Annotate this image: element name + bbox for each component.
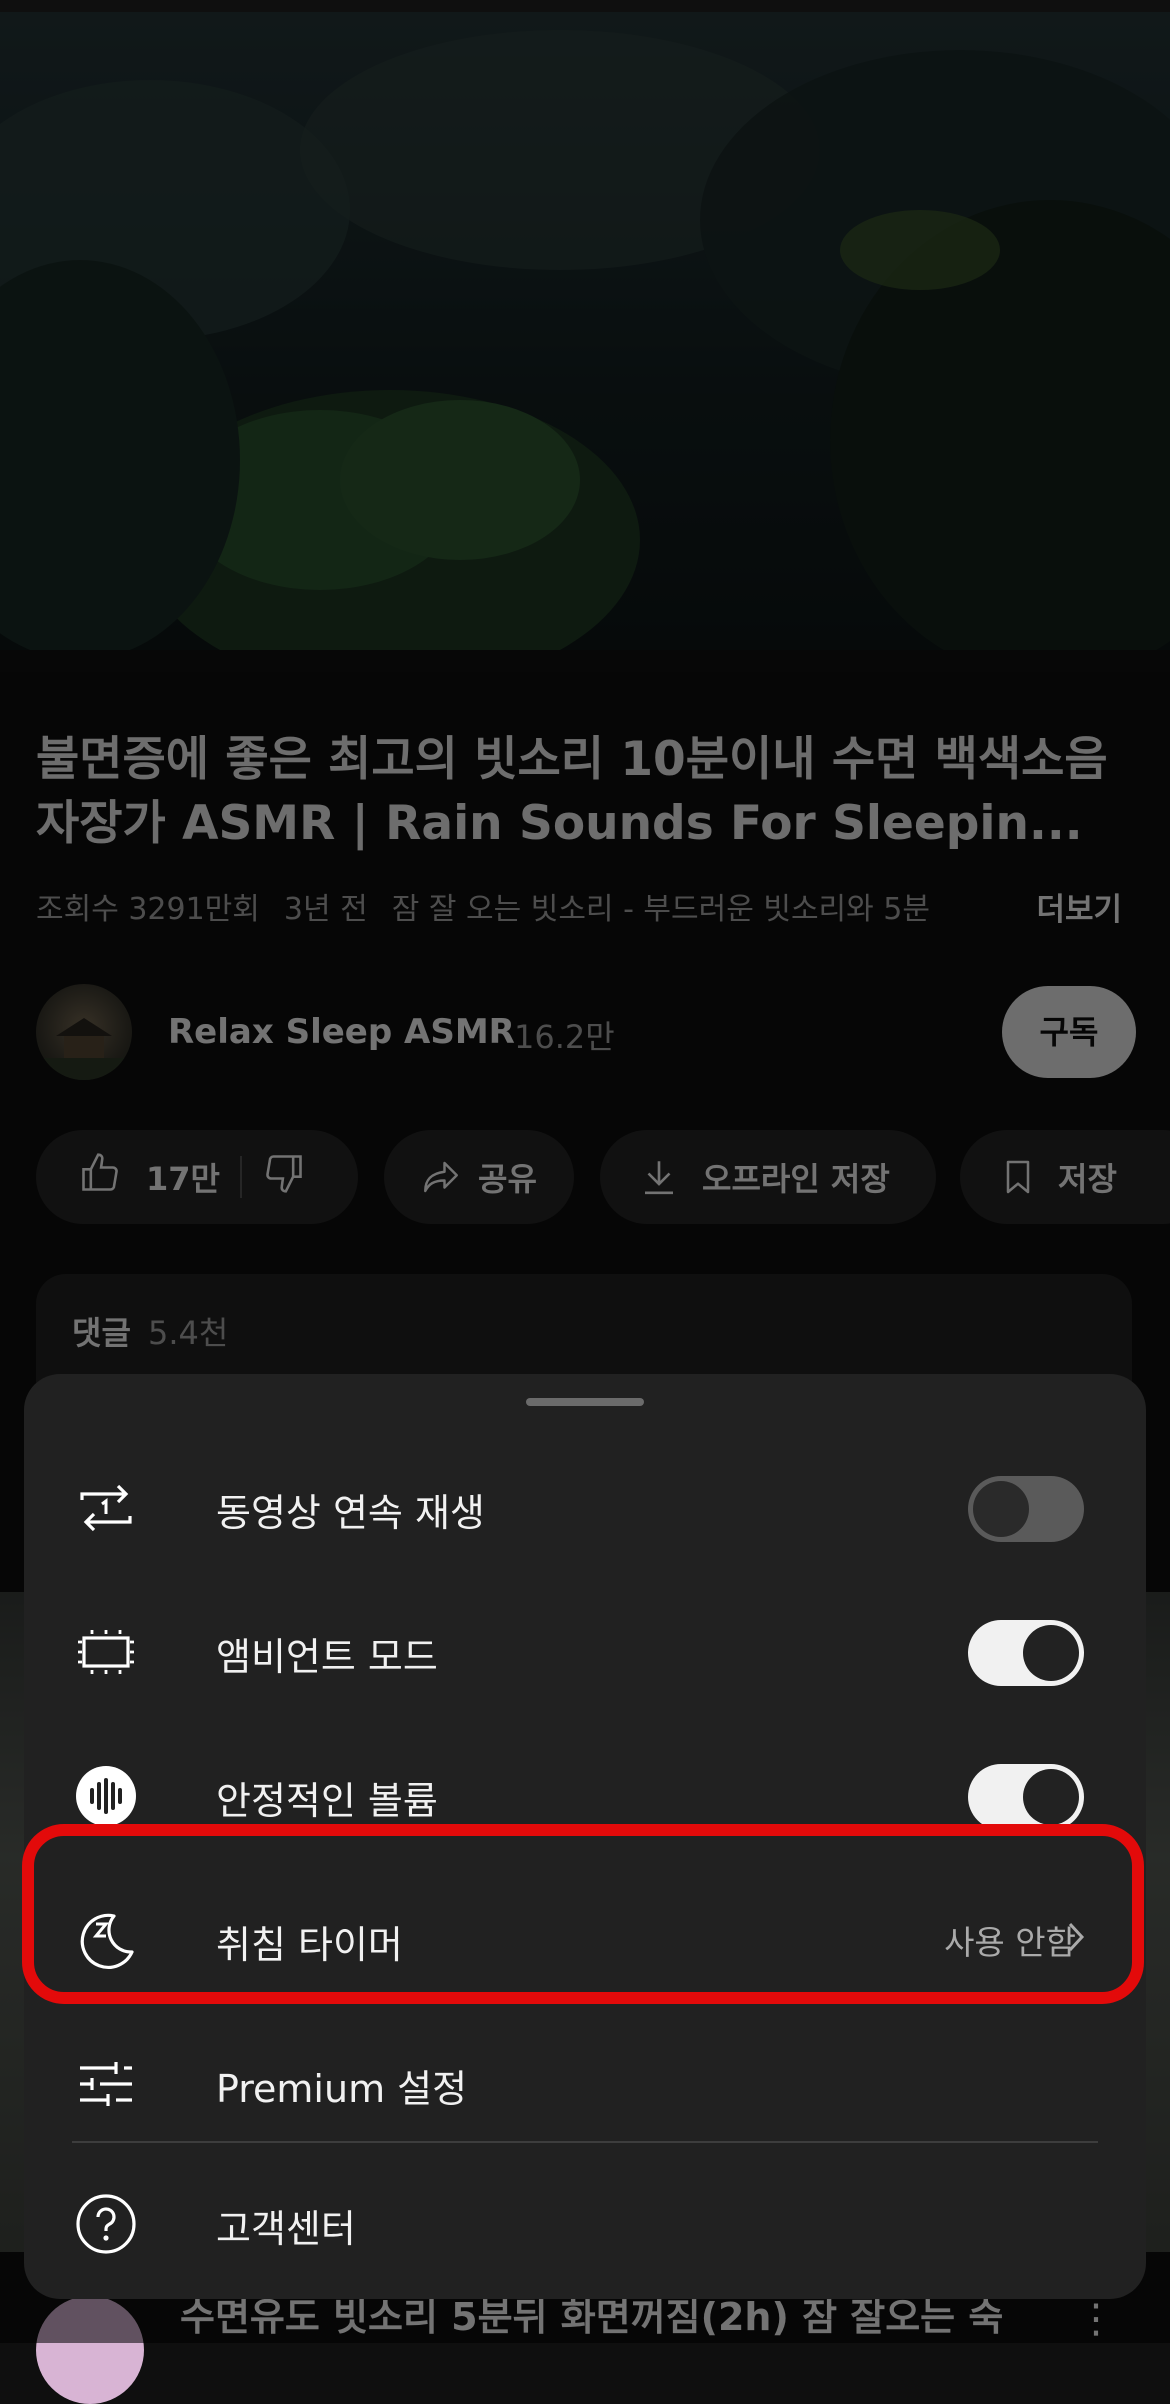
thumbs-up-icon [82,1153,118,1191]
like-count: 17만 [146,1160,220,1198]
ambient-tv-icon [78,1630,134,1674]
setting-label: Premium 설정 [216,2067,468,2111]
highlight-box [22,1824,1144,2004]
channel-avatar[interactable] [36,984,132,1080]
setting-help-center[interactable]: 고객센터 [24,2150,1146,2294]
comments-count: 5.4천 [148,1314,229,1352]
setting-ambient-mode[interactable]: 앰비언트 모드 [24,1578,1146,1722]
setting-autoplay[interactable]: 동영상 연속 재생 [24,1434,1146,1578]
description-snippet: 잠 잘 오는 빗소리 - 부드러운 빗소리와 5분 [391,892,930,924]
share-button[interactable]: 공유 [384,1130,574,1224]
setting-premium[interactable]: Premium 설정 [24,2010,1146,2154]
next-video-channel-avatar[interactable] [36,2296,144,2404]
upload-age: 3년 전 [283,892,368,924]
sheet-divider [72,2141,1098,2143]
help-icon [76,2194,136,2254]
download-icon [645,1161,673,1195]
sliders-icon [80,2062,132,2106]
share-arrow-icon [424,1161,458,1193]
comments-label: 댓글 [72,1314,131,1352]
autoplay-toggle[interactable] [968,1476,1084,1542]
setting-label: 안정적인 볼륨 [216,1779,438,1823]
like-divider [239,1156,242,1198]
channel-name[interactable]: Relax Sleep ASMR [168,1012,515,1052]
stable-volume-toggle[interactable] [968,1764,1084,1830]
share-label: 공유 [478,1160,537,1198]
repeat-one-icon [80,1484,132,1532]
bookmark-icon [1006,1160,1030,1194]
subscriber-count: 16.2만 [514,1018,615,1056]
save-button[interactable]: 저장 [960,1130,1170,1224]
sheet-drag-handle[interactable] [526,1398,644,1406]
view-count: 조회수 3291만회 [36,892,260,924]
stable-volume-icon [76,1766,136,1826]
forest-video-frame [0,30,1170,672]
subscribe-button[interactable]: 구독 [1002,986,1136,1078]
video-title[interactable]: 불면증에 좋은 최고의 빗소리 10분이내 수면 백색소음 자장가 ASMR |… [36,728,1136,856]
status-bar [0,0,1170,12]
save-label: 저장 [1058,1160,1117,1198]
like-button[interactable] [78,1151,122,1203]
ambient-mode-toggle[interactable] [968,1620,1084,1686]
video-meta[interactable]: 조회수 3291만회 3년 전 잠 잘 오는 빗소리 - 부드러운 빗소리와 5분 [36,884,1136,924]
download-button[interactable]: 오프라인 저장 [600,1130,936,1224]
setting-label: 고객센터 [216,2207,356,2251]
more-options-icon[interactable]: ⋮ [1076,2296,1116,2342]
setting-label: 동영상 연속 재생 [216,1491,485,1535]
download-label: 오프라인 저장 [702,1160,890,1198]
thumbs-down-icon [266,1155,302,1193]
video-player[interactable] [0,0,1170,672]
channel-row[interactable]: Relax Sleep ASMR 16.2만 구독 [36,984,1136,1080]
more-button[interactable]: 더보기 [1022,884,1122,929]
dislike-button[interactable] [262,1151,306,1203]
setting-label: 앰비언트 모드 [216,1635,438,1679]
like-dislike-pill: 17만 [36,1130,358,1224]
action-bar: 17만 공유 오프라인 저장 저장 [36,1130,1170,1224]
